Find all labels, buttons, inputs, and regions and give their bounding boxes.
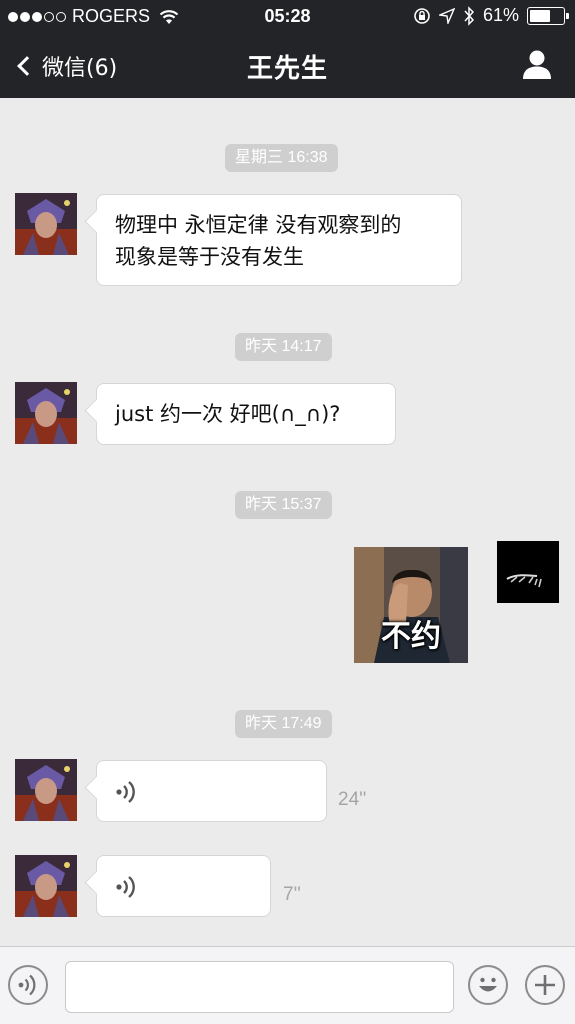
sticker-caption: 不约 <box>381 619 441 654</box>
input-bar <box>0 946 575 1024</box>
message-text: just 约一次 好吧(∩_∩)? <box>115 402 341 426</box>
battery-percent: 61% <box>482 5 519 25</box>
rotation-lock-icon <box>414 7 430 24</box>
contact-avatar[interactable] <box>15 759 77 821</box>
emoji-icon <box>479 977 497 992</box>
battery-icon <box>527 6 569 25</box>
bluetooth-icon <box>464 5 474 26</box>
voice-wave-icon <box>116 876 135 898</box>
timestamp: 昨天 15:37 <box>235 491 332 519</box>
status-right: 61% <box>413 5 569 26</box>
chat-area[interactable]: 星期三 16:38 物理中 永恒定律 没有观察到的 现象是等于没有发生 昨天 1… <box>0 98 575 946</box>
profile-icon[interactable] <box>521 48 553 80</box>
timestamp: 昨天 14:17 <box>235 333 332 361</box>
status-bar: ROGERS 05:28 61% <box>0 0 575 32</box>
sticker-message[interactable]: 不约 <box>354 547 468 663</box>
message-text-line: 现象是等于没有发生 <box>115 245 304 269</box>
message-input[interactable] <box>65 961 454 1013</box>
plus-icon <box>535 975 555 995</box>
contact-avatar[interactable] <box>15 855 77 917</box>
voice-mode-button[interactable] <box>8 965 48 1005</box>
timestamp: 昨天 17:49 <box>235 710 332 738</box>
contact-avatar[interactable] <box>15 382 77 444</box>
chat-title: 王先生 <box>246 54 328 84</box>
contact-avatar[interactable] <box>15 193 77 255</box>
message-text-line: 物理中 永恒定律 没有观察到的 <box>115 213 402 237</box>
timestamp: 星期三 16:38 <box>225 144 338 172</box>
text-message-bubble[interactable]: 物理中 永恒定律 没有观察到的 现象是等于没有发生 <box>96 194 462 286</box>
voice-duration: 24'' <box>338 789 367 810</box>
voice-mode-icon <box>18 974 36 996</box>
voice-message-bubble[interactable] <box>96 760 327 822</box>
my-avatar[interactable] <box>497 541 559 603</box>
nav-bar: 微信(6) 王先生 <box>0 32 575 98</box>
voice-message-bubble[interactable] <box>96 855 271 917</box>
text-message-bubble[interactable]: just 约一次 好吧(∩_∩)? <box>96 383 396 445</box>
more-options-button[interactable] <box>525 965 565 1005</box>
battery-fill <box>530 9 550 22</box>
voice-wave-icon <box>116 781 135 803</box>
voice-duration: 7'' <box>283 884 301 905</box>
location-icon <box>438 7 455 24</box>
emoji-button[interactable] <box>468 965 508 1005</box>
